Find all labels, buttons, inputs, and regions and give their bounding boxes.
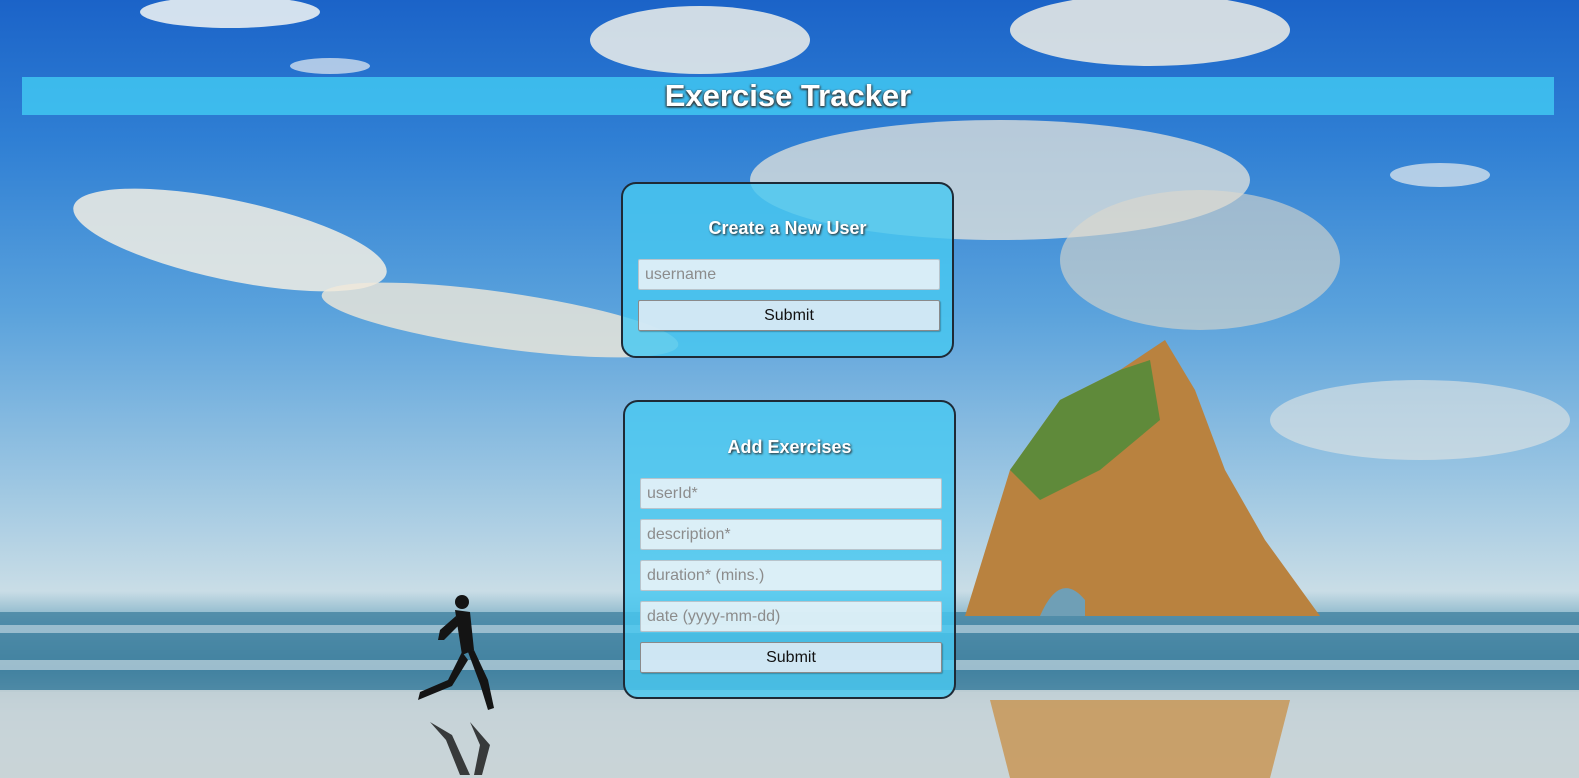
username-input[interactable] (638, 259, 940, 290)
description-input[interactable] (640, 519, 942, 550)
page-title: Exercise Tracker (664, 78, 912, 113)
header-banner: Exercise Tracker (22, 77, 1554, 115)
add-exercise-form: Add Exercises Submit (623, 400, 956, 699)
date-input[interactable] (640, 601, 942, 632)
duration-input[interactable] (640, 560, 942, 591)
add-exercise-heading: Add Exercises (727, 437, 852, 457)
create-user-heading: Create a New User (708, 218, 867, 238)
add-exercise-submit-button[interactable]: Submit (640, 642, 942, 673)
create-user-submit-button[interactable]: Submit (638, 300, 940, 331)
userid-input[interactable] (640, 478, 942, 509)
create-user-form: Create a New User Submit (621, 182, 954, 358)
